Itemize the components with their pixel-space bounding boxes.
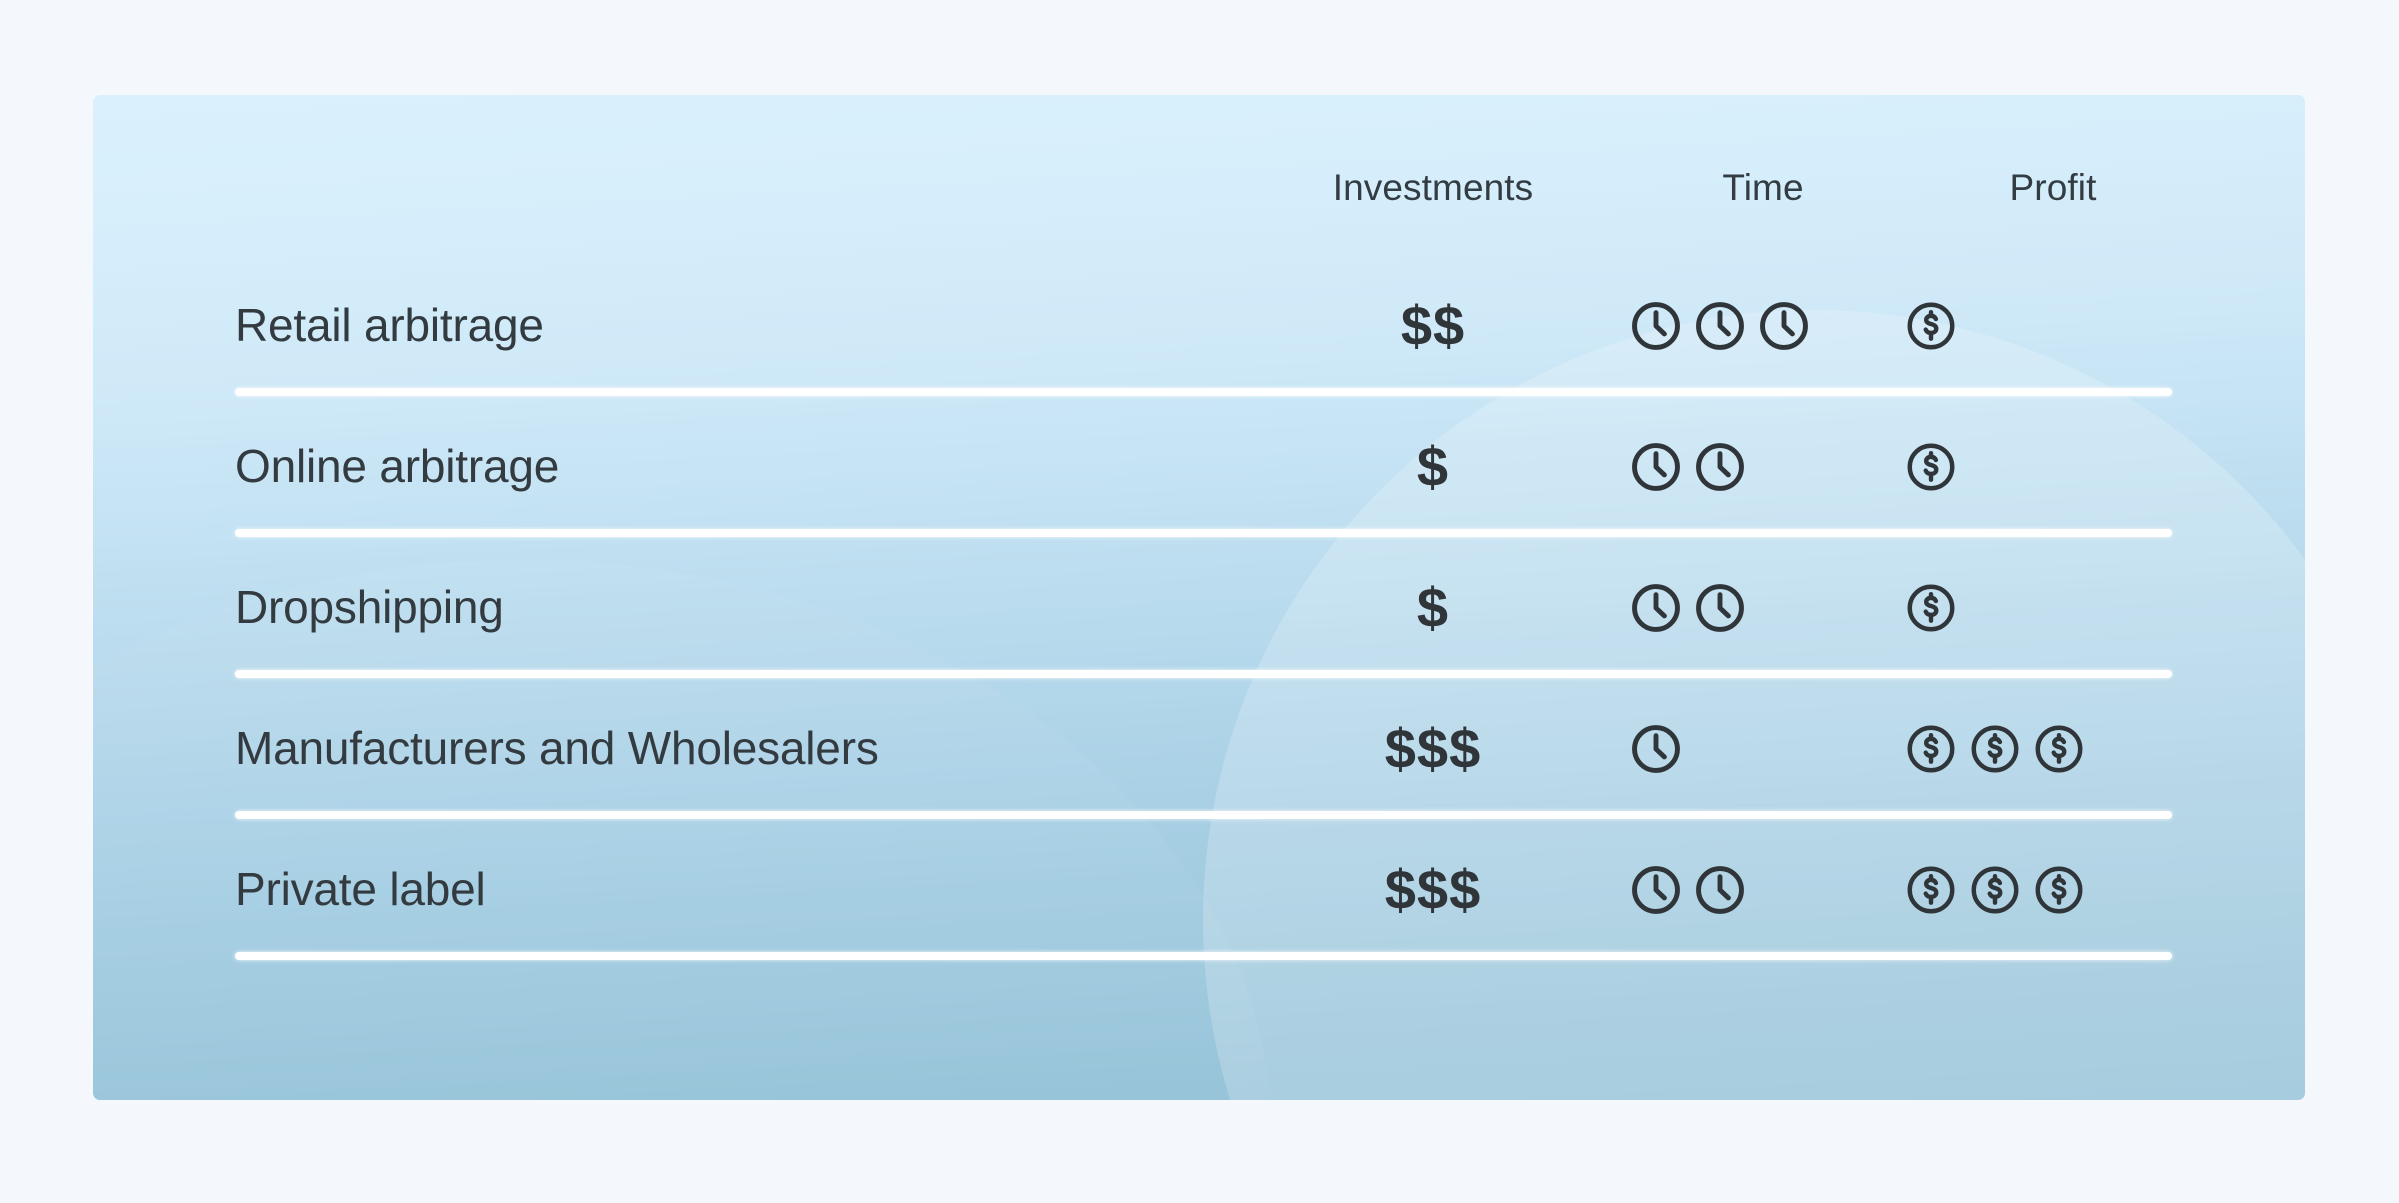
dollar-sign-icon: $ <box>1416 434 1450 498</box>
profit-icons <box>1903 298 1959 354</box>
table-row: Private label $ $ $ <box>93 819 2305 960</box>
row-label: Private label <box>235 862 486 915</box>
profit-icons <box>1903 721 2087 777</box>
time-icons <box>1628 721 1684 777</box>
dollar-sign-icon: $ <box>1416 575 1450 639</box>
row-separator <box>235 952 2172 960</box>
clock-icon <box>1628 298 1684 354</box>
row-separator <box>235 388 2172 396</box>
clock-icon <box>1692 298 1748 354</box>
cell-time <box>1628 714 1898 784</box>
clock-icon <box>1628 580 1684 636</box>
investments-icons: $ <box>1416 434 1450 498</box>
profit-icons <box>1903 580 1959 636</box>
comparison-table-card: Investments Time Profit Retail arbitrage… <box>93 95 2305 1100</box>
table-body: Retail arbitrage $ $ Online arbitrage $ Drops… <box>93 255 2305 960</box>
coin-dollar-icon <box>2031 721 2087 777</box>
dollar-sign-icon: $ <box>1384 857 1417 921</box>
row-label: Retail arbitrage <box>235 298 544 351</box>
row-separator <box>235 529 2172 537</box>
time-icons <box>1628 298 1812 354</box>
cell-time <box>1628 573 1898 643</box>
table-row: Manufacturers and Wholesalers $ $ $ <box>93 678 2305 819</box>
table-row: Online arbitrage $ <box>93 396 2305 537</box>
clock-icon <box>1756 298 1812 354</box>
cell-time <box>1628 432 1898 502</box>
column-header-profit: Profit <box>2009 167 2097 208</box>
clock-icon <box>1692 862 1748 918</box>
cell-time <box>1628 291 1898 361</box>
dollar-sign-icon: $ <box>1416 716 1450 780</box>
row-separator <box>235 670 2172 678</box>
cell-profit <box>1903 573 2203 643</box>
clock-icon <box>1628 721 1684 777</box>
time-icons <box>1628 862 1748 918</box>
clock-icon <box>1692 580 1748 636</box>
screenshot-root: Investments Time Profit Retail arbitrage… <box>0 0 2399 1203</box>
profit-icons <box>1903 439 1959 495</box>
dollar-sign-icon: $ <box>1384 716 1417 780</box>
investments-icons: $ <box>1416 575 1450 639</box>
cell-investments: $ $ $ <box>1283 855 1583 925</box>
table-row: Dropshipping $ <box>93 537 2305 678</box>
investments-icons: $ $ <box>1400 293 1466 357</box>
clock-icon <box>1692 439 1748 495</box>
investments-icons: $ $ $ <box>1384 857 1482 921</box>
dollar-sign-icon: $ <box>1449 857 1482 921</box>
clock-icon <box>1628 862 1684 918</box>
dollar-sign-icon: $ <box>1449 716 1482 780</box>
time-icons <box>1628 439 1748 495</box>
coin-dollar-icon <box>1903 439 1959 495</box>
table-header-row: Investments Time Profit <box>93 95 2305 255</box>
dollar-sign-icon: $ <box>1433 293 1466 357</box>
cell-investments: $ $ $ <box>1283 714 1583 784</box>
dollar-sign-icon: $ <box>1416 857 1450 921</box>
coin-dollar-icon <box>1903 580 1959 636</box>
cell-profit <box>1903 291 2203 361</box>
cell-investments: $ <box>1283 432 1583 502</box>
coin-dollar-icon <box>2031 862 2087 918</box>
cell-profit <box>1903 714 2203 784</box>
coin-dollar-icon <box>1967 862 2023 918</box>
cell-profit <box>1903 855 2203 925</box>
table-row: Retail arbitrage $ $ <box>93 255 2305 396</box>
coin-dollar-icon <box>1903 298 1959 354</box>
row-label: Dropshipping <box>235 580 504 633</box>
dollar-sign-icon: $ <box>1400 293 1433 357</box>
row-label: Online arbitrage <box>235 439 560 492</box>
column-header-investments: Investments <box>1332 167 1534 208</box>
coin-dollar-icon <box>1903 862 1959 918</box>
row-label: Manufacturers and Wholesalers <box>235 721 879 774</box>
clock-icon <box>1628 439 1684 495</box>
cell-profit <box>1903 432 2203 502</box>
coin-dollar-icon <box>1903 721 1959 777</box>
cell-time <box>1628 855 1898 925</box>
profit-icons <box>1903 862 2087 918</box>
investments-icons: $ $ $ <box>1384 716 1482 780</box>
time-icons <box>1628 580 1748 636</box>
column-header-time: Time <box>1722 167 1804 208</box>
coin-dollar-icon <box>1967 721 2023 777</box>
cell-investments: $ $ <box>1283 291 1583 361</box>
cell-investments: $ <box>1283 573 1583 643</box>
row-separator <box>235 811 2172 819</box>
